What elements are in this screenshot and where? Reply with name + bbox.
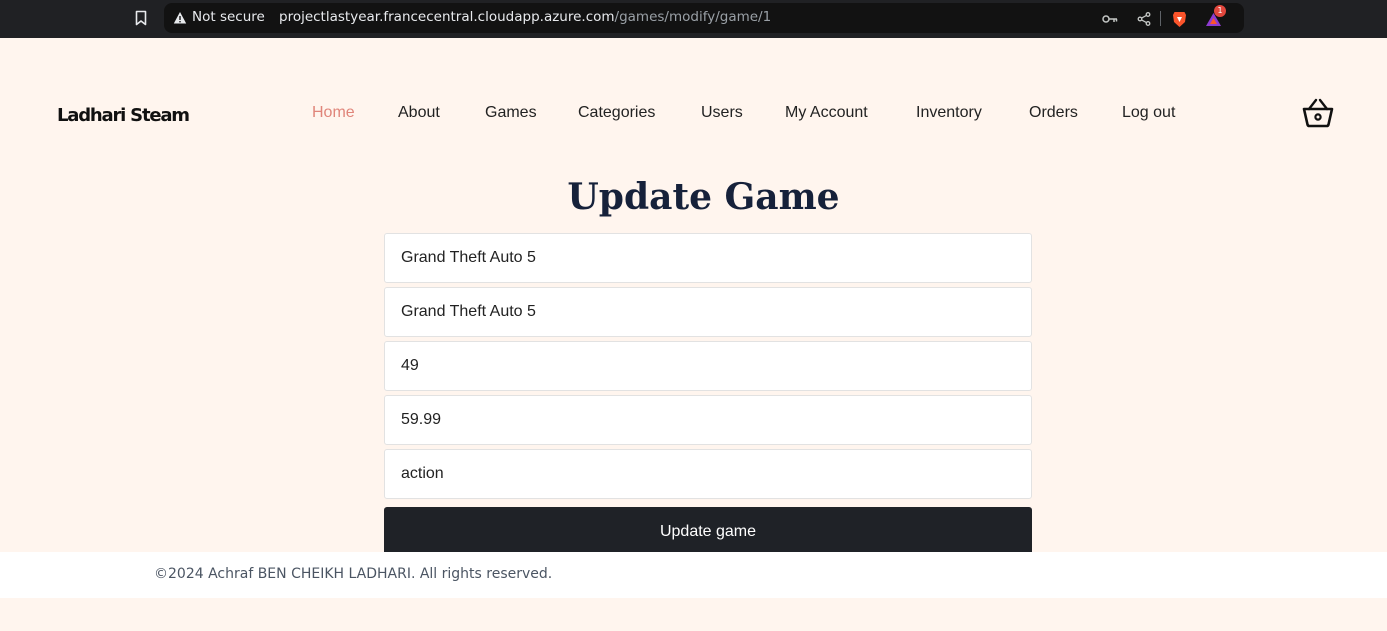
update-game-button[interactable]: Update game: [384, 507, 1032, 556]
game-price-field[interactable]: [384, 395, 1032, 445]
footer: ©2024 Achraf BEN CHEIKH LADHARI. All rig…: [0, 552, 1387, 598]
share-icon[interactable]: [1135, 10, 1153, 28]
copyright-text: ©2024 Achraf BEN CHEIKH LADHARI. All rig…: [154, 566, 553, 582]
nav-games[interactable]: Games: [485, 104, 537, 122]
site-logo[interactable]: Ladhari Steam: [57, 105, 190, 126]
game-category-field[interactable]: [384, 449, 1032, 499]
game-name-field[interactable]: [384, 233, 1032, 283]
nav-home[interactable]: Home: [312, 104, 355, 122]
game-stock-field[interactable]: [384, 341, 1032, 391]
nav-my-account[interactable]: My Account: [785, 104, 868, 122]
warning-icon: [173, 12, 187, 24]
rewards-badge: 1: [1214, 5, 1226, 17]
url-text[interactable]: projectlastyear.francecentral.cloudapp.a…: [279, 9, 771, 25]
toolbar-divider: [1160, 11, 1161, 26]
url-path: /games/modify/game/1: [614, 9, 772, 25]
nav-about[interactable]: About: [398, 104, 440, 122]
brave-shield-icon[interactable]: [1170, 10, 1188, 28]
nav-log-out[interactable]: Log out: [1122, 104, 1175, 122]
page-title: Update Game: [567, 176, 840, 218]
nav-orders[interactable]: Orders: [1029, 104, 1078, 122]
browser-toolbar: Not secure projectlastyear.francecentral…: [0, 0, 1387, 38]
basket-icon[interactable]: [1302, 98, 1334, 128]
key-icon[interactable]: [1101, 10, 1119, 28]
address-bar[interactable]: Not secure projectlastyear.francecentral…: [164, 3, 1244, 33]
url-host: projectlastyear.francecentral.cloudapp.a…: [279, 9, 615, 25]
nav-inventory[interactable]: Inventory: [916, 104, 982, 122]
game-description-field[interactable]: [384, 287, 1032, 337]
security-label[interactable]: Not secure: [192, 9, 265, 25]
brave-rewards-icon[interactable]: 1: [1204, 5, 1226, 28]
nav-categories[interactable]: Categories: [578, 104, 655, 122]
nav-users[interactable]: Users: [701, 104, 743, 122]
bookmark-icon[interactable]: [133, 8, 149, 28]
